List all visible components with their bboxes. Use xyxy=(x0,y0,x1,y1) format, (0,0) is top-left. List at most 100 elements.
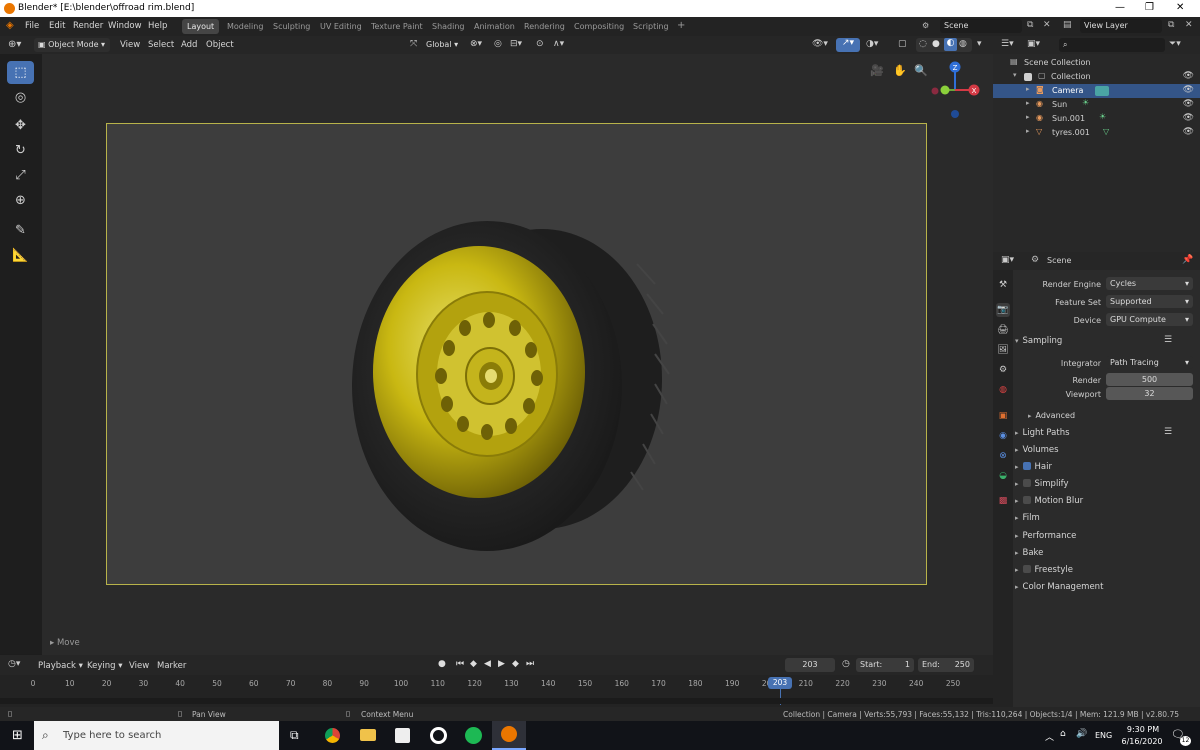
simplify-checkbox[interactable] xyxy=(1022,479,1031,487)
timeline-editor-icon[interactable]: ◷▾ xyxy=(8,659,20,669)
tab-scripting[interactable]: Scripting xyxy=(628,19,674,34)
eye-icon[interactable]: 👁 xyxy=(1183,127,1194,137)
start-frame-field[interactable]: Start: 1 xyxy=(856,658,914,672)
expand-arrow-icon[interactable]: ▸ xyxy=(1026,99,1030,107)
playhead[interactable]: 203 xyxy=(768,677,792,689)
eye-icon[interactable]: 👁 xyxy=(1183,71,1194,81)
tab-animation[interactable]: Animation xyxy=(469,19,520,34)
clock-icon[interactable]: ◷ xyxy=(842,659,850,669)
prev-keyframe-icon[interactable]: ◆ xyxy=(470,659,477,669)
feature-set-dropdown[interactable]: Supported ▾ xyxy=(1106,295,1193,308)
sampling-panel-header[interactable]: ▾ Sampling xyxy=(1015,336,1062,346)
expand-arrow-icon[interactable]: ▸ xyxy=(1026,127,1030,135)
blender-menu-icon[interactable]: ◈ xyxy=(6,20,14,31)
new-scene-icon[interactable]: ⧉ xyxy=(1027,20,1033,30)
navigation-gizmo[interactable]: Z X xyxy=(927,58,987,122)
app-circle-icon[interactable] xyxy=(430,727,447,744)
freestyle-checkbox[interactable] xyxy=(1022,565,1031,573)
motion-blur-panel[interactable]: ▸ Motion Blur xyxy=(1015,496,1083,506)
language-indicator[interactable]: ENG xyxy=(1095,731,1112,740)
film-panel[interactable]: ▸ Film xyxy=(1015,513,1040,523)
record-icon[interactable]: ● xyxy=(438,659,446,669)
chrome-icon[interactable] xyxy=(325,728,340,743)
scale-tool-icon[interactable]: ⤢ xyxy=(7,164,34,187)
new-view-layer-icon[interactable]: ⧉ xyxy=(1168,20,1174,30)
close-button[interactable]: ✕ xyxy=(1176,2,1184,13)
view-layer-selector[interactable]: View Layer xyxy=(1080,19,1162,33)
delete-scene-icon[interactable]: ✕ xyxy=(1043,20,1051,30)
pivot-icon[interactable]: ⊗▾ xyxy=(470,39,482,49)
cursor-tool-icon[interactable]: ◎ xyxy=(7,86,34,109)
clock-time[interactable]: 9:30 PM xyxy=(1124,725,1162,734)
timeline-menu-keying[interactable]: Keying ▾ xyxy=(87,661,123,671)
solid-shading-icon[interactable]: ● xyxy=(932,39,940,49)
task-view-icon[interactable]: ⧉ xyxy=(290,728,299,743)
xray-icon[interactable]: ▢ xyxy=(898,39,907,49)
outliner-row-tyres-001[interactable]: ▸ ▽ tyres.001 ▽ 👁 xyxy=(993,126,1200,140)
render-tab-icon[interactable]: 📷 xyxy=(996,303,1010,317)
camera-view-icon[interactable]: 🎥 xyxy=(870,64,884,77)
rotate-tool-icon[interactable]: ↻ xyxy=(7,139,34,162)
blender-taskbar-button[interactable] xyxy=(492,721,526,750)
eye-icon[interactable]: 👁 xyxy=(1183,99,1194,109)
mode-selector[interactable]: ▣ Object Mode ▾ xyxy=(34,38,110,52)
jump-end-icon[interactable]: ⏭ xyxy=(526,659,534,669)
advanced-subpanel[interactable]: ▸ Advanced xyxy=(1028,411,1075,420)
vp-menu-add[interactable]: Add xyxy=(181,40,197,50)
orientation-selector[interactable]: Global ▾ xyxy=(422,38,464,52)
expand-arrow-icon[interactable]: ▸ xyxy=(1026,85,1030,93)
outliner-row-sun[interactable]: ▸ ◉ Sun ☀ 👁 xyxy=(993,98,1200,112)
zoom-icon[interactable]: 🔍 xyxy=(914,64,928,77)
motion-blur-checkbox[interactable] xyxy=(1022,496,1031,504)
restore-button[interactable]: ❐ xyxy=(1145,2,1154,13)
freestyle-panel[interactable]: ▸ Freestyle xyxy=(1015,565,1073,575)
output-tab-icon[interactable]: 🖨 xyxy=(996,323,1010,337)
store-icon[interactable] xyxy=(395,728,410,743)
taskbar-search-box[interactable]: ⌕ Type here to search xyxy=(34,721,279,750)
eye-icon[interactable]: 👁 xyxy=(1183,85,1194,95)
visibility-icon[interactable]: 👁▾ xyxy=(812,39,828,49)
timeline-menu-view[interactable]: View xyxy=(129,661,149,671)
tab-layout[interactable]: Layout xyxy=(182,19,220,34)
current-frame-field[interactable]: 203 xyxy=(785,658,835,672)
network-icon[interactable]: ⌂ xyxy=(1060,729,1066,739)
eye-icon[interactable]: 👁 xyxy=(1183,113,1194,123)
performance-panel[interactable]: ▸ Performance xyxy=(1015,531,1076,541)
gizmo-toggle-icon[interactable]: ↗▾ xyxy=(836,38,860,52)
bake-panel[interactable]: ▸ Bake xyxy=(1015,548,1043,558)
outliner-editor-icon[interactable]: ☰▾ xyxy=(1001,39,1014,49)
overlay-icon[interactable]: ◑▾ xyxy=(866,39,878,49)
vp-menu-select[interactable]: Select xyxy=(148,40,174,50)
outliner-row-camera[interactable]: ▸ ◙ Camera 👁 xyxy=(993,84,1200,98)
spotify-icon[interactable] xyxy=(465,727,482,744)
end-frame-field[interactable]: End: 250 xyxy=(918,658,974,672)
pin-icon[interactable]: 📌 xyxy=(1182,255,1193,265)
jump-start-icon[interactable]: ⏮ xyxy=(456,659,464,669)
wireframe-shading-icon[interactable]: ◌ xyxy=(919,39,927,49)
viewport-samples-field[interactable]: 32 xyxy=(1106,387,1193,400)
filter-icon[interactable]: ⏷▾ xyxy=(1169,39,1181,49)
rendered-shading-icon[interactable]: ◍ xyxy=(959,39,967,49)
hair-panel[interactable]: ▸ Hair xyxy=(1015,462,1052,472)
constraints-tab-icon[interactable]: ⊗ xyxy=(996,449,1010,463)
pan-hand-icon[interactable]: ✋ xyxy=(893,64,907,77)
select-box-tool-icon[interactable]: ⬚ xyxy=(7,61,34,84)
properties-editor-icon[interactable]: ▣▾ xyxy=(1001,255,1014,265)
proportional-edit-icon[interactable]: ⊙ xyxy=(536,39,544,49)
material-shading-icon[interactable]: ◐ xyxy=(944,38,957,51)
integrator-dropdown[interactable]: Path Tracing ▾ xyxy=(1106,356,1193,369)
menu-render[interactable]: Render xyxy=(73,21,103,31)
outliner-row-collection[interactable]: ▾ ▢ Collection 👁 xyxy=(993,70,1200,84)
light-paths-presets-icon[interactable]: ☰ xyxy=(1164,427,1172,437)
last-operator-panel[interactable]: ▸ Move xyxy=(50,638,80,648)
transform-tool-icon[interactable]: ⊕ xyxy=(7,189,34,212)
timeline-scrollbar[interactable] xyxy=(0,698,993,704)
device-dropdown[interactable]: GPU Compute ▾ xyxy=(1106,313,1193,326)
falloff-icon[interactable]: ∧▾ xyxy=(553,39,564,49)
texture-tab-icon[interactable]: ▩ xyxy=(996,494,1010,508)
data-tab-icon[interactable]: ◒ xyxy=(996,469,1010,483)
menu-file[interactable]: File xyxy=(25,21,39,31)
color-management-panel[interactable]: ▸ Color Management xyxy=(1015,582,1103,592)
scene-selector[interactable]: Scene xyxy=(940,19,1022,33)
tab-sculpting[interactable]: Sculpting xyxy=(268,19,315,34)
